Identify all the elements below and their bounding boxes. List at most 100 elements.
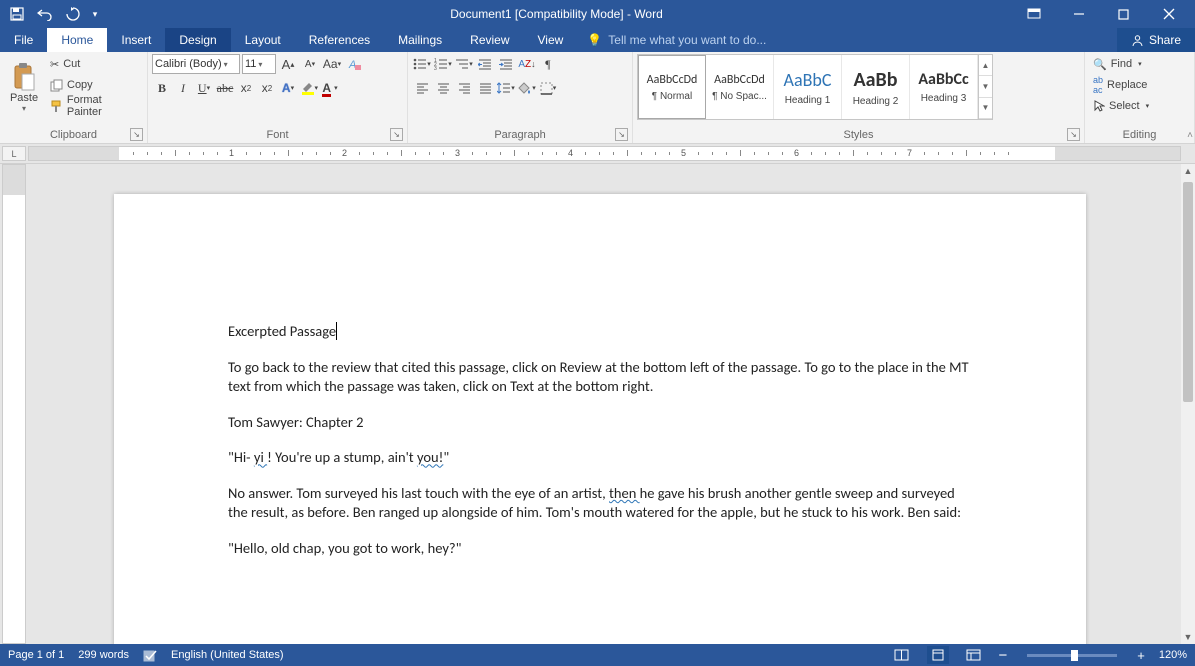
scroll-down-button[interactable]: ▼ [1181, 630, 1195, 644]
zoom-level[interactable]: 120% [1159, 649, 1187, 661]
italic-button[interactable]: I [173, 78, 193, 98]
show-hide-marks-button[interactable]: ¶ [538, 54, 558, 74]
language-status[interactable]: English (United States) [171, 649, 284, 661]
style-item-1[interactable]: AaBbCcDd¶ No Spac... [706, 55, 774, 119]
style-caption: Heading 1 [785, 95, 831, 106]
close-button[interactable] [1146, 0, 1191, 28]
maximize-button[interactable] [1101, 0, 1146, 28]
align-left-button[interactable] [412, 78, 432, 98]
grammar-squiggle: yi [254, 448, 267, 466]
page[interactable]: Excerpted Passage To go back to the revi… [114, 194, 1086, 644]
font-launcher[interactable]: ↘ [390, 128, 403, 141]
subscript-button[interactable]: x2 [236, 78, 256, 98]
collapse-ribbon-button[interactable]: ˄ [1187, 130, 1193, 141]
page-number-status[interactable]: Page 1 of 1 [8, 649, 64, 661]
share-button[interactable]: Share [1117, 28, 1195, 52]
gallery-more[interactable]: ▼ [979, 98, 992, 119]
select-button[interactable]: Select▾ [1089, 96, 1153, 116]
multilevel-list-button[interactable]: ▾ [454, 54, 474, 74]
doc-paragraph[interactable]: "Hello, old chap, you got to work, hey?" [228, 539, 972, 559]
numbering-button[interactable]: 123▾ [433, 54, 453, 74]
increase-indent-button[interactable] [496, 54, 516, 74]
redo-button[interactable] [60, 3, 86, 25]
print-layout-button[interactable] [927, 646, 949, 664]
read-mode-button[interactable] [891, 646, 913, 664]
style-item-0[interactable]: AaBbCcDd¶ Normal [638, 55, 706, 119]
zoom-slider-thumb[interactable] [1071, 650, 1078, 661]
save-button[interactable] [4, 3, 30, 25]
gallery-up[interactable]: ▲ [979, 55, 992, 76]
tab-references[interactable]: References [295, 28, 384, 52]
text-effects-button[interactable]: A▾ [278, 78, 298, 98]
horizontal-ruler[interactable]: 1234567 [28, 146, 1181, 161]
justify-button[interactable] [475, 78, 495, 98]
style-item-2[interactable]: AaBbCHeading 1 [774, 55, 842, 119]
doc-paragraph[interactable]: "Hi- yi ! You're up a stump, ain't you!" [228, 448, 972, 468]
web-layout-button[interactable] [963, 646, 985, 664]
clipboard-group-label: Clipboard [50, 129, 97, 141]
tab-home[interactable]: Home [47, 28, 107, 52]
tab-review[interactable]: Review [456, 28, 523, 52]
gallery-down[interactable]: ▼ [979, 76, 992, 97]
shrink-font-button[interactable]: A▾ [300, 54, 320, 74]
text-cursor [336, 322, 337, 340]
borders-button[interactable]: ▾ [538, 78, 558, 98]
style-item-3[interactable]: AaBbHeading 2 [842, 55, 910, 119]
bullets-button[interactable]: ▾ [412, 54, 432, 74]
word-count-status[interactable]: 299 words [78, 649, 129, 661]
tab-mailings[interactable]: Mailings [384, 28, 456, 52]
doc-paragraph[interactable]: To go back to the review that cited this… [228, 358, 972, 397]
font-color-button[interactable]: A▾ [320, 78, 340, 98]
paragraph-launcher[interactable]: ↘ [615, 128, 628, 141]
align-right-button[interactable] [454, 78, 474, 98]
sort-button[interactable]: AZ↓ [517, 54, 537, 74]
zoom-out-button[interactable]: − [999, 647, 1008, 664]
tab-design[interactable]: Design [165, 28, 230, 52]
doc-paragraph[interactable]: Tom Sawyer: Chapter 2 [228, 413, 972, 433]
tab-insert[interactable]: Insert [107, 28, 165, 52]
clear-formatting-button[interactable]: A [344, 54, 364, 74]
gallery-scroll[interactable]: ▲▼▼ [978, 55, 992, 119]
vertical-ruler[interactable] [2, 164, 26, 644]
styles-launcher[interactable]: ↘ [1067, 128, 1080, 141]
replace-button[interactable]: abacReplace [1089, 75, 1151, 95]
paste-button[interactable]: Paste ▾ [4, 54, 44, 120]
tab-view[interactable]: View [524, 28, 578, 52]
styles-gallery[interactable]: AaBbCcDd¶ NormalAaBbCcDd¶ No Spac...AaBb… [637, 54, 993, 120]
doc-paragraph[interactable]: No answer. Tom surveyed his last touch w… [228, 484, 972, 523]
zoom-slider[interactable] [1027, 654, 1117, 657]
shading-button[interactable]: ▾ [517, 78, 537, 98]
bold-button[interactable]: B [152, 78, 172, 98]
change-case-button[interactable]: Aa▾ [322, 54, 342, 74]
scroll-thumb[interactable] [1183, 182, 1193, 402]
format-painter-button[interactable]: Format Painter [46, 96, 143, 116]
style-item-4[interactable]: AaBbCcHeading 3 [910, 55, 978, 119]
strikethrough-button[interactable]: abc [215, 78, 235, 98]
font-size-combo[interactable]: 11▾ [242, 54, 276, 74]
font-name-combo[interactable]: Calibri (Body)▾ [152, 54, 240, 74]
grow-font-button[interactable]: A▴ [278, 54, 298, 74]
decrease-indent-button[interactable] [475, 54, 495, 74]
tab-layout[interactable]: Layout [231, 28, 295, 52]
tab-file[interactable]: File [0, 28, 47, 52]
tell-me-search[interactable]: 💡 Tell me what you want to do... [577, 28, 1117, 52]
tab-selector[interactable]: L [2, 146, 26, 161]
minimize-button[interactable] [1056, 0, 1101, 28]
proofing-status[interactable] [143, 649, 157, 662]
cut-button[interactable]: ✂Cut [46, 54, 143, 74]
underline-button[interactable]: U▾ [194, 78, 214, 98]
find-button[interactable]: 🔍Find▾ [1089, 54, 1146, 74]
ribbon-options-button[interactable] [1011, 0, 1056, 28]
zoom-in-button[interactable]: + [1137, 648, 1145, 663]
scroll-up-button[interactable]: ▲ [1181, 164, 1195, 178]
qat-customize[interactable]: ▾ [88, 3, 102, 25]
align-center-button[interactable] [433, 78, 453, 98]
vertical-scrollbar[interactable]: ▲ ▼ [1181, 164, 1195, 644]
undo-button[interactable] [32, 3, 58, 25]
doc-paragraph[interactable]: Excerpted Passage [228, 322, 972, 342]
superscript-button[interactable]: x2 [257, 78, 277, 98]
line-spacing-button[interactable]: ▾ [496, 78, 516, 98]
highlight-button[interactable]: ▾ [299, 78, 319, 98]
clipboard-launcher[interactable]: ↘ [130, 128, 143, 141]
copy-button[interactable]: Copy [46, 75, 143, 95]
